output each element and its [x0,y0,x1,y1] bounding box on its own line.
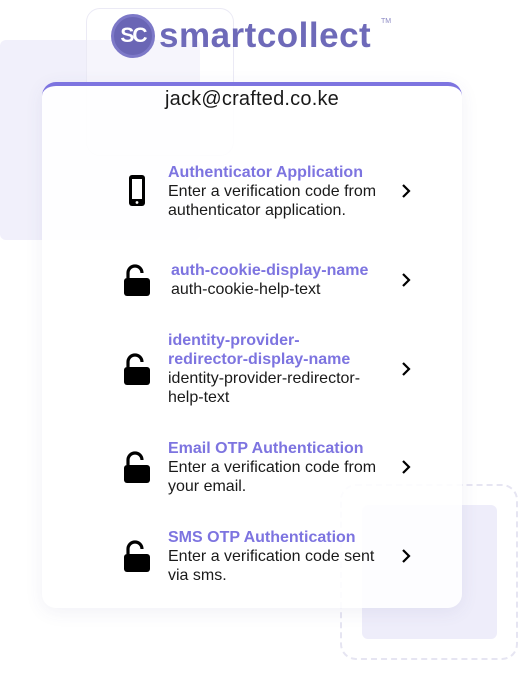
option-help-text: auth-cookie-help-text [171,281,321,298]
option-auth-cookie[interactable]: auth-cookie-display-name auth-cookie-hel… [108,240,411,320]
unlock-icon [122,352,152,386]
option-title: SMS OTP Authentication [168,528,356,546]
option-sms-otp[interactable]: SMS OTP Authentication Enter a verificat… [108,516,411,596]
option-identity-provider-redirector[interactable]: identity-provider-redirector-display-nam… [108,329,411,409]
option-title: identity-provider-redirector-display-nam… [168,332,351,368]
login-card: jack@crafted.co.ke Authenticator Applica… [42,82,462,608]
option-title: auth-cookie-display-name [171,262,369,279]
chevron-right-icon [400,272,412,288]
brand-logo: SC smartcollect TM [111,14,391,58]
unlock-icon [122,450,152,484]
phone-icon [122,174,152,208]
chevron-right-icon [400,183,412,199]
unlock-icon [122,539,152,573]
user-email: jack@crafted.co.ke [165,88,339,110]
unlock-icon [122,263,152,297]
chevron-right-icon [400,548,412,564]
chevron-right-icon [400,361,412,377]
option-title: Authenticator Application [168,163,363,181]
option-help-text: Enter a verification code sent via sms. [168,547,375,584]
option-help-text: Enter a verification code from your emai… [168,458,377,495]
logo-mark: SC [111,14,155,58]
brand-name: smartcollect [159,16,372,55]
option-email-otp[interactable]: Email OTP Authentication Enter a verific… [108,427,411,507]
option-authenticator-application[interactable]: Authenticator Application Enter a verifi… [108,151,411,231]
option-help-text: Enter a verification code from authentic… [168,182,377,219]
chevron-right-icon [400,459,412,475]
trademark: TM [381,18,392,25]
option-help-text: identity-provider-redirector-help-text [168,370,361,406]
option-title: Email OTP Authentication [168,439,364,457]
